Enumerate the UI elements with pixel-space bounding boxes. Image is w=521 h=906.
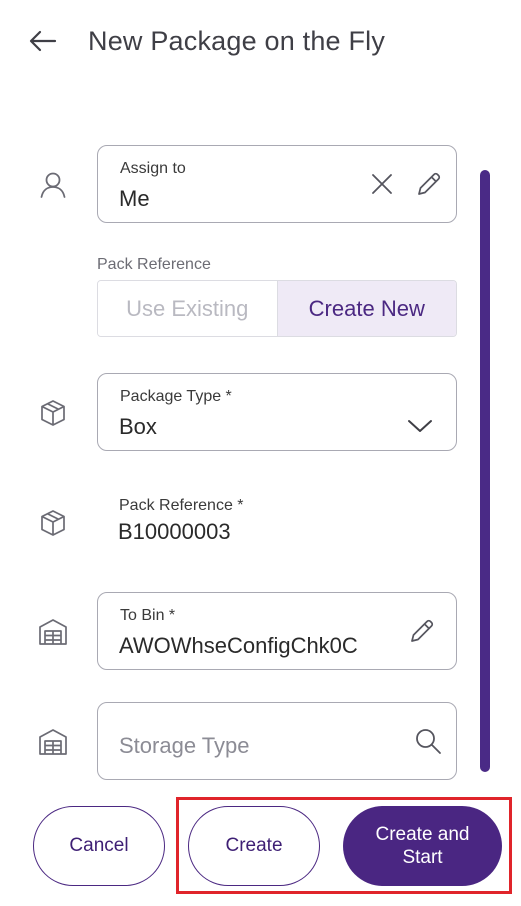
package-type-value: Box (119, 414, 157, 439)
use-existing-option[interactable]: Use Existing (98, 281, 278, 336)
warehouse-icon (36, 725, 70, 759)
package-type-label: Package Type * (120, 388, 232, 405)
package-icon (36, 396, 70, 430)
pack-reference-field: Pack Reference * B10000003 (97, 497, 457, 575)
back-button[interactable] (26, 26, 60, 60)
pack-reference-value: B10000003 (118, 519, 231, 544)
new-package-screen: New Package on the Fly Assign to Me Pack… (0, 0, 521, 906)
assign-to-field[interactable]: Assign to Me (97, 145, 457, 223)
search-icon[interactable] (412, 725, 444, 757)
storage-type-field[interactable]: Storage Type (97, 702, 457, 780)
to-bin-label: To Bin * (120, 607, 176, 624)
chevron-down-icon[interactable] (404, 410, 436, 442)
package-type-select[interactable]: Package Type * Box (97, 373, 457, 451)
to-bin-value: AWOWhseConfigChk0C (119, 633, 358, 658)
create-and-start-button[interactable]: Create and Start (343, 806, 502, 886)
create-button[interactable]: Create (188, 806, 320, 886)
storage-type-placeholder: Storage Type (119, 733, 250, 758)
cancel-button[interactable]: Cancel (33, 806, 165, 886)
warehouse-icon (36, 615, 70, 649)
page-title: New Package on the Fly (88, 26, 386, 56)
pack-reference-mode-label: Pack Reference (97, 256, 211, 273)
pencil-icon[interactable] (406, 615, 438, 647)
to-bin-field[interactable]: To Bin * AWOWhseConfigChk0C (97, 592, 457, 670)
close-icon[interactable] (366, 168, 398, 200)
pack-reference-mode-toggle: Use Existing Create New (97, 280, 457, 337)
scrollbar[interactable] (480, 170, 490, 772)
arrow-left-icon (29, 30, 57, 57)
package-icon (36, 506, 70, 540)
assign-to-label: Assign to (120, 160, 186, 177)
pack-reference-label: Pack Reference * (119, 497, 244, 514)
create-new-option[interactable]: Create New (277, 281, 456, 336)
assign-to-value: Me (119, 186, 150, 211)
user-icon (36, 168, 70, 202)
pencil-icon[interactable] (413, 168, 445, 200)
